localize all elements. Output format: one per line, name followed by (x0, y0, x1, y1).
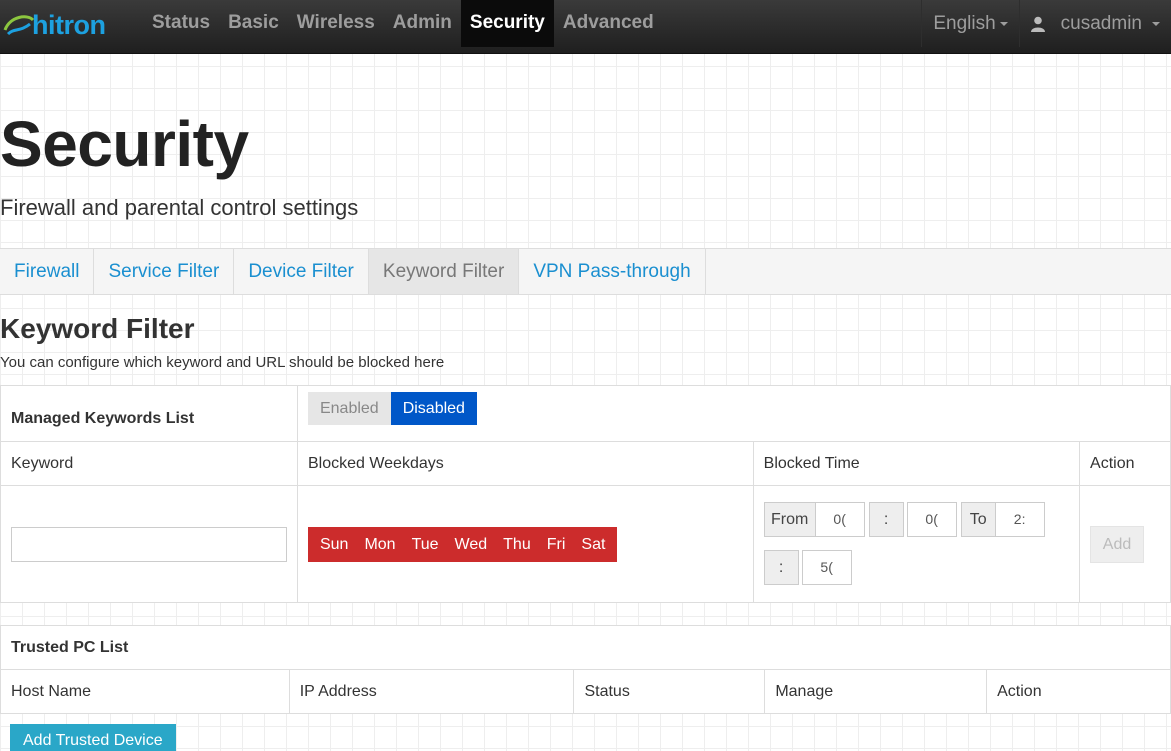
tab-service-filter[interactable]: Service Filter (94, 249, 235, 294)
day-thu[interactable]: Thu (495, 527, 539, 562)
user-dropdown[interactable]: cusadmin (1018, 0, 1171, 47)
managed-keywords-label: Managed Keywords List (11, 409, 195, 427)
keyword-input[interactable] (11, 526, 287, 562)
tab-device-filter[interactable]: Device Filter (234, 249, 369, 294)
tab-keyword-filter[interactable]: Keyword Filter (368, 249, 520, 294)
to-label: To (960, 502, 996, 537)
day-sat[interactable]: Sat (573, 527, 613, 562)
add-trusted-device-button[interactable]: Add Trusted Device (10, 724, 176, 751)
logo-text: hitron (32, 9, 106, 40)
nav-status[interactable]: Status (143, 0, 219, 47)
chevron-down-icon (999, 21, 1008, 26)
weekdays-cell: Sun Mon Tue Wed Thu Fri Sat (296, 485, 754, 603)
col-status: Status (573, 669, 766, 714)
to-minute-input[interactable]: 5( (801, 550, 852, 585)
add-button[interactable]: Add (1090, 525, 1145, 563)
col-blocked-weekdays: Blocked Weekdays (296, 441, 754, 486)
from-hour-input[interactable]: 0( (814, 502, 865, 537)
disabled-option[interactable]: Disabled (390, 392, 477, 425)
toggle-cell: Enabled Disabled (296, 385, 1171, 442)
swoosh-icon (3, 15, 35, 36)
to-hour-input[interactable]: 2: (994, 502, 1045, 537)
day-sun[interactable]: Sun (312, 527, 356, 562)
time-selector: From 0( : 0( To 2: : 5( (754, 486, 1079, 602)
day-wed[interactable]: Wed (447, 527, 496, 562)
col-blocked-time: Blocked Time (752, 441, 1081, 486)
time-cell: From 0( : 0( To 2: : 5( (752, 485, 1081, 603)
trusted-pc-title: Trusted PC List (0, 625, 1171, 670)
nav-right: English cusadmin (921, 0, 1171, 47)
keyword-table: Managed Keywords List Enabled Disabled K… (0, 385, 1171, 603)
col-manage: Manage (764, 669, 988, 714)
keyword-filter-toggle: Enabled Disabled (307, 392, 477, 425)
nav-wireless[interactable]: Wireless (288, 0, 384, 47)
username: cusadmin (1060, 13, 1142, 34)
nav-basic[interactable]: Basic (219, 0, 288, 47)
section-title: Keyword Filter (0, 313, 195, 344)
nav-admin[interactable]: Admin (384, 0, 461, 47)
managed-keywords-cell: Managed Keywords List (0, 385, 298, 442)
col-action: Action (1079, 441, 1171, 486)
language-label: English (933, 13, 996, 34)
to-separator: : (763, 550, 799, 585)
page-title: Security (0, 108, 249, 180)
from-separator: : (868, 502, 904, 537)
tab-vpn-pass-through[interactable]: VPN Pass-through (519, 249, 706, 294)
enabled-option[interactable]: Enabled (307, 392, 391, 425)
col-keyword: Keyword (0, 441, 298, 486)
col-host-name: Host Name (0, 669, 290, 714)
security-tabs: Firewall Service Filter Device Filter Ke… (0, 248, 1171, 295)
top-navbar: hitron Status Basic Wireless Admin Secur… (0, 0, 1171, 54)
day-fri[interactable]: Fri (539, 527, 574, 562)
language-dropdown[interactable]: English (921, 0, 1018, 47)
keyword-input-cell (0, 485, 298, 603)
hitron-logo[interactable]: hitron (2, 9, 106, 40)
user-icon (1030, 16, 1045, 32)
action-cell: Add (1079, 485, 1171, 603)
page-subtitle: Firewall and parental control settings (0, 195, 359, 220)
day-tue[interactable]: Tue (404, 527, 447, 562)
main-nav: Status Basic Wireless Admin Security Adv… (143, 0, 663, 47)
tab-firewall[interactable]: Firewall (0, 249, 95, 294)
chevron-down-icon (1152, 21, 1160, 26)
trusted-pc-table: Trusted PC List Host Name IP Address Sta… (0, 625, 1171, 714)
section-description: You can configure which keyword and URL … (0, 354, 445, 371)
from-minute-input[interactable]: 0( (906, 502, 957, 537)
col-ip-address: IP Address (288, 669, 575, 714)
nav-advanced[interactable]: Advanced (554, 0, 663, 47)
day-mon[interactable]: Mon (356, 527, 403, 562)
nav-security[interactable]: Security (460, 0, 554, 47)
weekday-selector: Sun Mon Tue Wed Thu Fri Sat (307, 526, 618, 562)
col-action: Action (986, 669, 1171, 714)
from-label: From (763, 502, 816, 537)
